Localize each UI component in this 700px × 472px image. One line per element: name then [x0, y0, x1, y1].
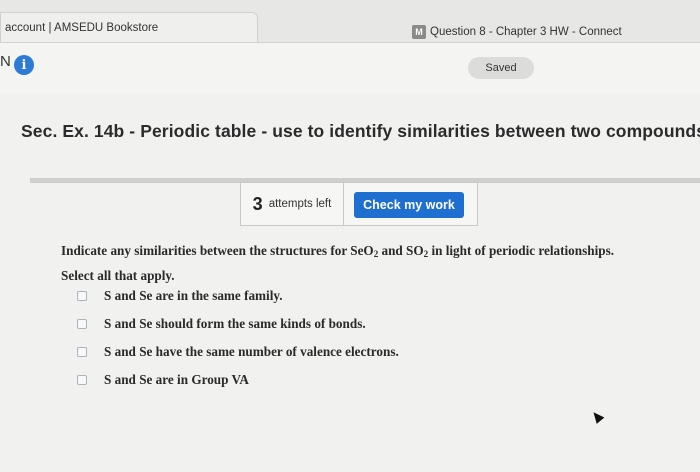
attempts-count: 3: [252, 193, 263, 214]
option-label: S and Se are in the same family.: [104, 288, 283, 303]
option-same-family[interactable]: S and Se are in the same family.: [77, 287, 283, 305]
tab-question-label: Question 8 - Chapter 3 HW - Connect: [430, 26, 622, 38]
saved-status-badge: Saved: [468, 57, 534, 79]
question-title: Sec. Ex. 14b - Periodic table - use to i…: [21, 121, 700, 141]
question-text-2: and SO: [378, 243, 424, 258]
option-label: S and Se are in Group VA: [104, 372, 249, 387]
mouse-cursor-icon: [589, 409, 605, 424]
checkbox[interactable]: [77, 291, 87, 301]
checkbox[interactable]: [77, 347, 87, 357]
attempts-panel: 3 attempts left Check my work: [240, 182, 478, 226]
check-my-work-button[interactable]: Check my work: [354, 192, 464, 218]
option-group-va[interactable]: S and Se are in Group VA: [77, 371, 249, 389]
tab-question[interactable]: M Question 8 - Chapter 3 HW - Connect: [404, 18, 700, 46]
option-valence-electrons[interactable]: S and Se have the same number of valence…: [77, 343, 399, 361]
checkbox[interactable]: [77, 319, 87, 329]
tab-bookstore[interactable]: account | AMSEDU Bookstore: [0, 12, 258, 42]
info-icon[interactable]: i: [14, 55, 34, 75]
assignment-header: N i Saved: [0, 43, 700, 93]
question-instruction: Select all that apply.: [61, 268, 175, 283]
option-label: S and Se have the same number of valence…: [104, 344, 399, 359]
tab-bookstore-label: account | AMSEDU Bookstore: [5, 21, 159, 34]
question-text-1: Indicate any similarities between the st…: [61, 243, 374, 258]
nav-partial-letter: N: [0, 53, 11, 70]
checkbox[interactable]: [77, 375, 87, 385]
option-same-bonds[interactable]: S and Se should form the same kinds of b…: [77, 315, 366, 333]
question-text-3: in light of periodic relationships.: [428, 243, 615, 258]
question-prompt: Indicate any similarities between the st…: [61, 240, 681, 286]
browser-tab-bar: account | AMSEDU Bookstore M Question 8 …: [0, 0, 700, 43]
attempts-label: attempts left: [268, 198, 332, 210]
attempts-left: 3 attempts left: [241, 183, 344, 225]
option-label: S and Se should form the same kinds of b…: [104, 316, 366, 331]
connect-m-icon: M: [412, 25, 426, 39]
